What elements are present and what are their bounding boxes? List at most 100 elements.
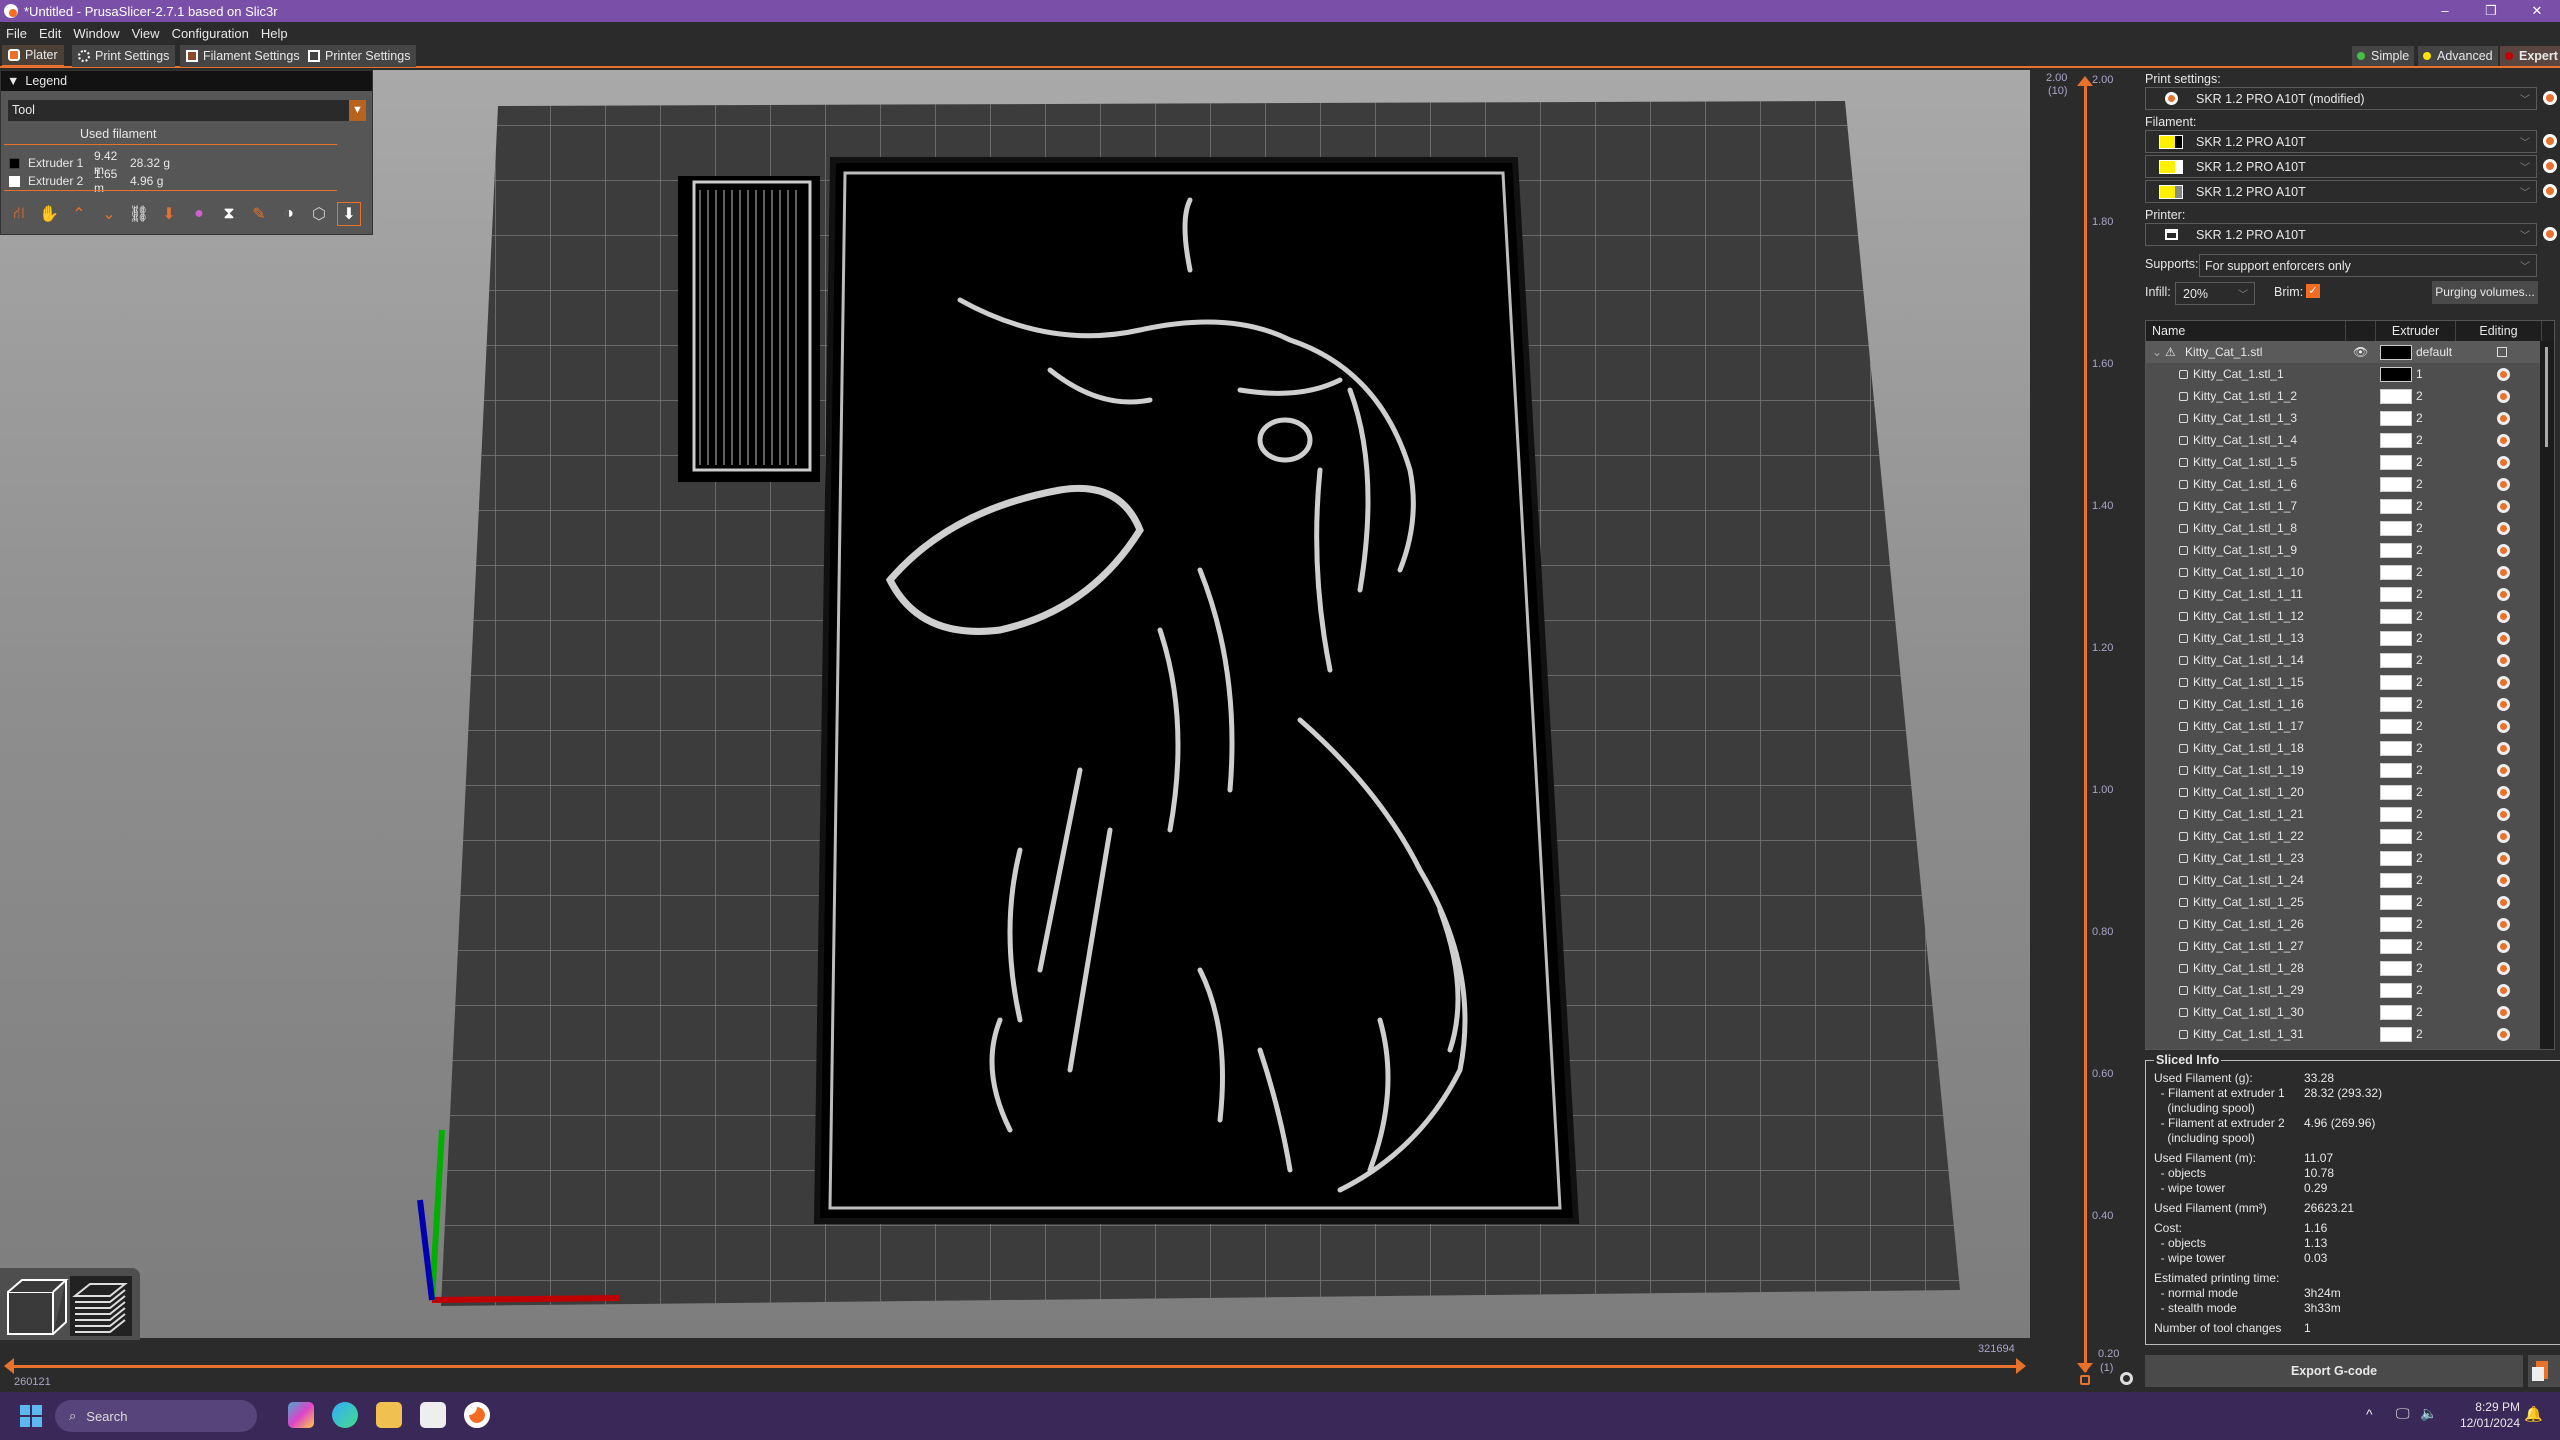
edit-settings-icon[interactable]: [2497, 807, 2510, 821]
brim-checkbox[interactable]: ✓: [2306, 284, 2320, 298]
vertical-layer-slider[interactable]: 2.00 (10) 0.20 (1) 2.00 1.80 1.60 1.40 1.20 1…: [2030, 70, 2140, 1392]
column-editing-header[interactable]: Editing: [2456, 321, 2542, 341]
purging-volumes-button[interactable]: Purging volumes...: [2432, 281, 2538, 304]
notifications-bell-icon[interactable]: 🔔: [2524, 1405, 2543, 1423]
menu-view[interactable]: View: [132, 26, 160, 41]
part-row[interactable]: Kitty_Cat_1.stl_1_15 2: [2146, 671, 2541, 693]
edit-settings-icon[interactable]: [2497, 653, 2510, 667]
part-row[interactable]: Kitty_Cat_1.stl_1_9 2: [2146, 539, 2541, 561]
extruder-value[interactable]: 2: [2416, 653, 2423, 667]
extruder-value[interactable]: 2: [2416, 1049, 2423, 1050]
edit-settings-icon[interactable]: [2497, 499, 2510, 513]
extruder-value[interactable]: 2: [2416, 587, 2423, 601]
edit-settings-icon[interactable]: [2497, 1005, 2510, 1019]
edit-settings-icon[interactable]: [2497, 433, 2510, 447]
object-list-scrollbar[interactable]: [2540, 341, 2554, 1049]
custom-gcode-icon[interactable]: ✎: [247, 202, 271, 226]
pause-icon[interactable]: ⧗: [217, 202, 241, 226]
eye-icon[interactable]: 👁: [2353, 345, 2368, 359]
object-list[interactable]: Name Extruder Editing ⌄ ⚠ Kitty_Cat_1.st…: [2145, 320, 2555, 1050]
part-row[interactable]: Kitty_Cat_1.stl_1_28 2: [2146, 957, 2541, 979]
settings-cog-icon[interactable]: [2120, 1372, 2133, 1385]
maximize-button[interactable]: ❐: [2468, 0, 2514, 22]
extruder-value[interactable]: 2: [2416, 961, 2423, 975]
tab-plater[interactable]: Plater: [2, 45, 64, 67]
tool-changes-icon[interactable]: ⬇: [157, 202, 181, 226]
volume-icon[interactable]: 🔈: [2420, 1405, 2437, 1422]
edit-settings-icon[interactable]: [2497, 455, 2510, 469]
part-row[interactable]: Kitty_Cat_1.stl_1_30 2: [2146, 1001, 2541, 1023]
extruder-value[interactable]: 2: [2416, 785, 2423, 799]
scroll-thumb[interactable]: [2545, 347, 2548, 447]
part-row[interactable]: Kitty_Cat_1.stl_1_23 2: [2146, 847, 2541, 869]
mode-expert-button[interactable]: Expert: [2500, 46, 2560, 66]
edit-settings-icon[interactable]: [2497, 347, 2507, 357]
slider-left-thumb[interactable]: [4, 1358, 14, 1374]
extruder-value[interactable]: 2: [2416, 1005, 2423, 1019]
lock-icon[interactable]: [2080, 1375, 2090, 1385]
extruder-value[interactable]: 2: [2416, 829, 2423, 843]
edit-settings-icon[interactable]: [2497, 785, 2510, 799]
edit-settings-icon[interactable]: [2497, 389, 2510, 403]
slider-right-thumb[interactable]: [2016, 1358, 2026, 1374]
part-row[interactable]: Kitty_Cat_1.stl_1_29 2: [2146, 979, 2541, 1001]
extruder-value[interactable]: 2: [2416, 895, 2423, 909]
center-of-gravity-icon[interactable]: ◑: [277, 202, 301, 226]
edit-settings-icon[interactable]: [2497, 477, 2510, 491]
filament-combo-2[interactable]: SKR 1.2 PRO A10T ﹀: [2145, 155, 2537, 178]
part-row[interactable]: Kitty_Cat_1.stl_1_26 2: [2146, 913, 2541, 935]
part-row[interactable]: Kitty_Cat_1.stl_1_21 2: [2146, 803, 2541, 825]
part-row[interactable]: Kitty_Cat_1.stl_1_2 2: [2146, 385, 2541, 407]
part-row[interactable]: Kitty_Cat_1.stl_1_14 2: [2146, 649, 2541, 671]
expand-chevron-icon[interactable]: ⌄: [2152, 345, 2162, 359]
travel-icon[interactable]: ⛙: [7, 202, 31, 226]
extruder-value[interactable]: 2: [2416, 631, 2423, 645]
edge-browser-icon[interactable]: [332, 1402, 358, 1428]
edit-settings-icon[interactable]: [2497, 961, 2510, 975]
close-button[interactable]: ✕: [2514, 0, 2560, 22]
edit-settings-icon[interactable]: [2497, 741, 2510, 755]
send-to-sd-button[interactable]: [2528, 1355, 2560, 1387]
extruder-value[interactable]: 2: [2416, 697, 2423, 711]
object-row[interactable]: ⌄ ⚠ Kitty_Cat_1.stl 👁 default: [2146, 341, 2541, 363]
deretractions-icon[interactable]: ⌄: [97, 202, 121, 226]
part-row[interactable]: Kitty_Cat_1.stl_1_10 2: [2146, 561, 2541, 583]
edit-filament-3-icon[interactable]: [2543, 184, 2557, 198]
prusaslicer-taskbar-icon[interactable]: [464, 1402, 490, 1428]
extruder-value[interactable]: 2: [2416, 543, 2423, 557]
edit-settings-icon[interactable]: [2497, 917, 2510, 931]
edit-settings-icon[interactable]: [2497, 367, 2510, 381]
edit-settings-icon[interactable]: [2497, 411, 2510, 425]
print-settings-combo[interactable]: SKR 1.2 PRO A10T (modified) ﹀: [2145, 87, 2537, 110]
edit-settings-icon[interactable]: [2497, 895, 2510, 909]
horizontal-move-slider[interactable]: 260121 321694: [0, 1340, 2030, 1392]
part-row[interactable]: Kitty_Cat_1.stl_1 1: [2146, 363, 2541, 385]
extruder-value[interactable]: 2: [2416, 499, 2423, 513]
extruder-value[interactable]: 2: [2416, 983, 2423, 997]
extruder-value[interactable]: 2: [2416, 609, 2423, 623]
slider-top-thumb[interactable]: [2077, 76, 2093, 86]
start-button[interactable]: [20, 1405, 42, 1427]
part-row[interactable]: Kitty_Cat_1.stl_1_5 2: [2146, 451, 2541, 473]
file-explorer-icon[interactable]: [376, 1402, 402, 1428]
edit-settings-icon[interactable]: [2497, 697, 2510, 711]
edit-filament-2-icon[interactable]: [2543, 159, 2557, 173]
edit-settings-icon[interactable]: [2497, 829, 2510, 843]
part-row[interactable]: Kitty_Cat_1.stl_1_32 2: [2146, 1045, 2541, 1050]
part-row[interactable]: Kitty_Cat_1.stl_1_3 2: [2146, 407, 2541, 429]
column-extruder-header[interactable]: Extruder: [2376, 321, 2456, 341]
extruder-value[interactable]: 2: [2416, 763, 2423, 777]
extruder-value[interactable]: 2: [2416, 411, 2423, 425]
supports-combo[interactable]: For support enforcers only ﹀: [2199, 254, 2537, 277]
edit-printer-icon[interactable]: [2543, 227, 2557, 241]
edit-settings-icon[interactable]: [2497, 675, 2510, 689]
part-row[interactable]: Kitty_Cat_1.stl_1_8 2: [2146, 517, 2541, 539]
menu-configuration[interactable]: Configuration: [172, 26, 249, 41]
extruder-value[interactable]: 2: [2416, 873, 2423, 887]
filament-combo-1[interactable]: SKR 1.2 PRO A10T ﹀: [2145, 130, 2537, 153]
edit-settings-icon[interactable]: [2497, 939, 2510, 953]
edit-settings-icon[interactable]: [2497, 587, 2510, 601]
extruder-value[interactable]: 2: [2416, 433, 2423, 447]
extruder-value[interactable]: 2: [2416, 741, 2423, 755]
menu-window[interactable]: Window: [73, 26, 119, 41]
